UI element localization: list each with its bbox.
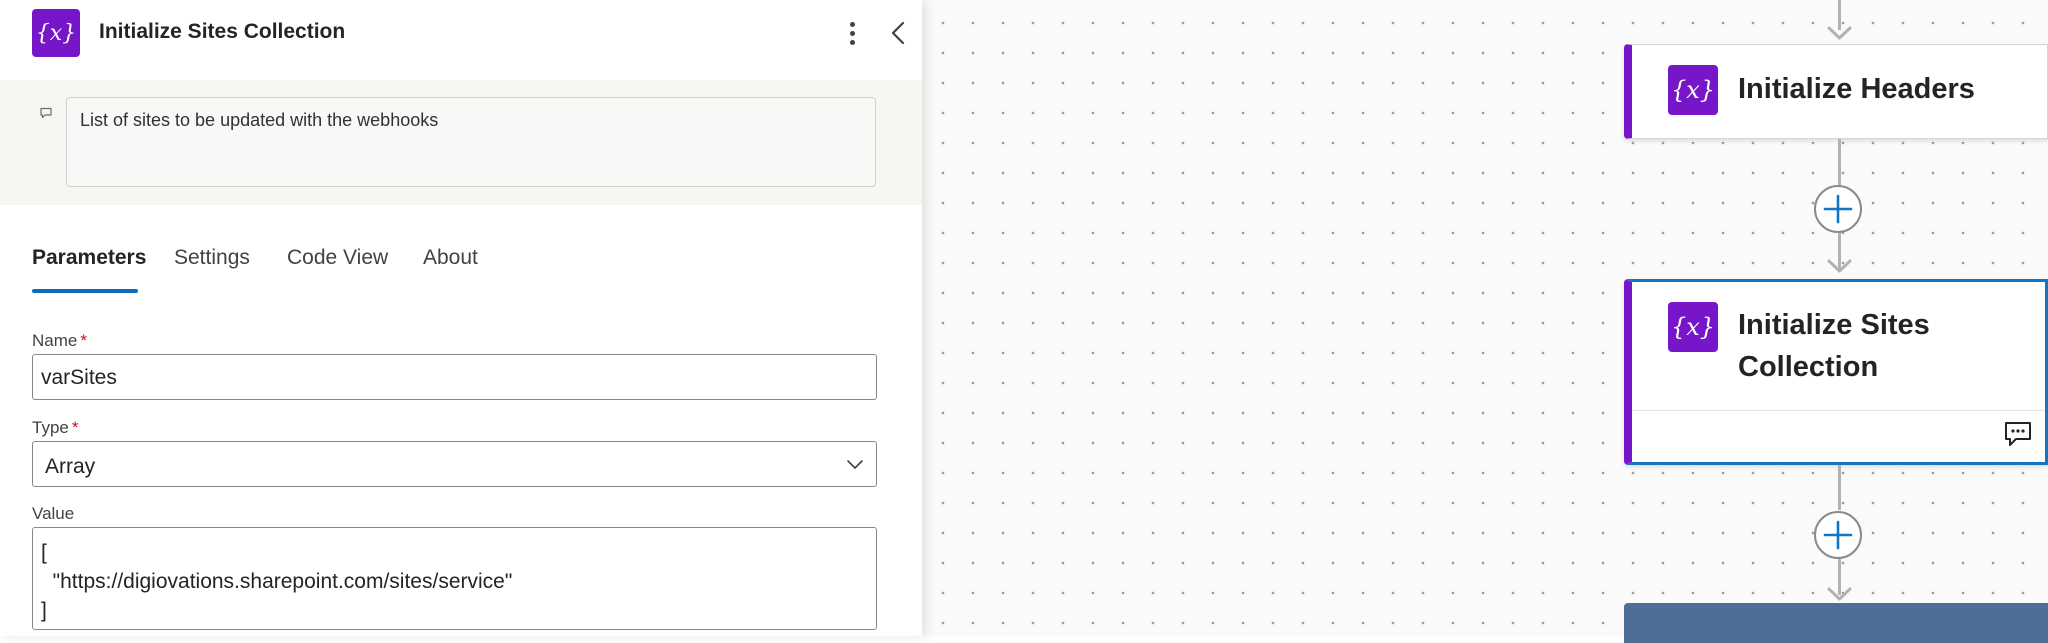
- value-label: Value: [32, 504, 75, 523]
- tab-settings[interactable]: Settings: [174, 246, 250, 270]
- comment-indicator-icon[interactable]: [2003, 420, 2033, 448]
- variable-icon: {x}: [1668, 65, 1718, 115]
- active-tab-indicator: [32, 289, 138, 293]
- comment-area: List of sites to be updated with the web…: [0, 80, 922, 205]
- comment-text: List of sites to be updated with the web…: [80, 110, 439, 130]
- arrow-head: [1827, 587, 1852, 601]
- card-title-line1: Initialize Sites: [1738, 309, 1930, 341]
- tab-about[interactable]: About: [423, 246, 478, 270]
- name-field[interactable]: varSites: [32, 354, 877, 400]
- required-marker: *: [80, 331, 87, 350]
- collapse-panel-icon[interactable]: [884, 18, 914, 48]
- more-options-icon[interactable]: [838, 16, 866, 50]
- variable-icon: {x}: [1668, 302, 1718, 352]
- action-card-initialize-headers[interactable]: {x} Initialize Headers: [1624, 44, 2048, 139]
- panel-header: {x} Initialize Sites Collection: [0, 0, 922, 80]
- required-marker: *: [71, 418, 79, 437]
- panel-title: Initialize Sites Collection: [99, 20, 346, 43]
- action-card-initialize-sites-collection[interactable]: {x} Initialize Sites Collection: [1624, 279, 2048, 465]
- card-divider: [1632, 410, 2045, 411]
- value-field[interactable]: [ "https://digiovations.sharepoint.com/s…: [32, 527, 877, 630]
- add-step-button[interactable]: [1814, 185, 1862, 233]
- variable-icon: {x}: [32, 9, 80, 57]
- tab-code-view[interactable]: Code View: [287, 246, 388, 270]
- next-action-card[interactable]: [1624, 603, 2048, 643]
- plus-icon: [1823, 194, 1853, 224]
- value-line: ]: [41, 599, 47, 622]
- name-label: Name *: [32, 331, 87, 350]
- name-value: varSites: [41, 366, 117, 389]
- connector-line: [1838, 465, 1841, 510]
- arrow-head: [1827, 259, 1852, 273]
- type-value: Array: [45, 455, 96, 478]
- comment-field[interactable]: List of sites to be updated with the web…: [66, 97, 876, 187]
- arrow-head: [1827, 26, 1852, 40]
- card-title-line2: Collection: [1738, 351, 1879, 383]
- value-line: [: [41, 541, 47, 564]
- chevron-down-icon: [847, 460, 863, 469]
- card-title: Initialize Headers: [1738, 73, 1975, 105]
- action-details-panel: {x} Initialize Sites Collection List of …: [0, 0, 922, 636]
- type-dropdown[interactable]: Array: [32, 441, 877, 487]
- type-label: Type *: [32, 418, 79, 437]
- comment-icon: [40, 107, 52, 119]
- tab-parameters[interactable]: Parameters: [32, 246, 146, 270]
- add-step-button[interactable]: [1814, 511, 1862, 559]
- plus-icon: [1823, 520, 1853, 550]
- value-line: "https://digiovations.sharepoint.com/sit…: [41, 570, 513, 593]
